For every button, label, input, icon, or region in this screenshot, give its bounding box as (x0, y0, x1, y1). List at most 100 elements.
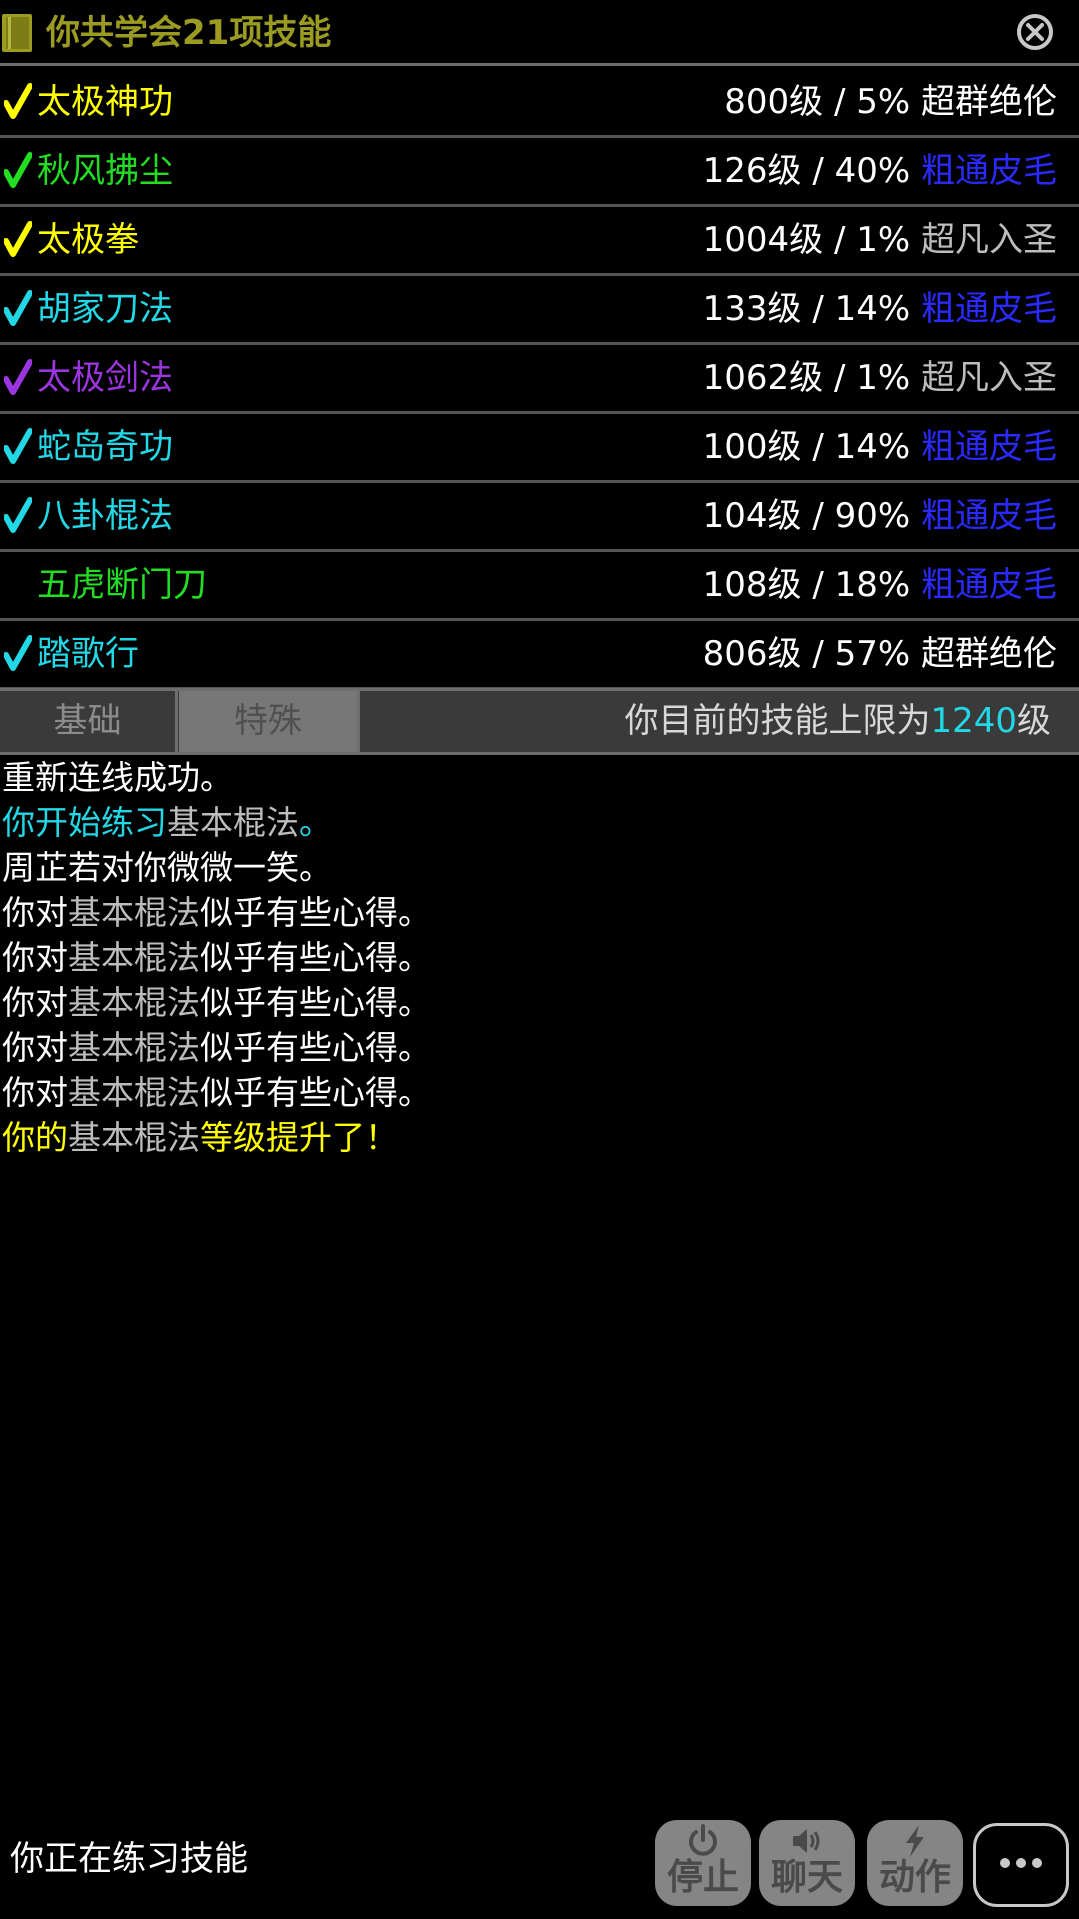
skill-level-info: 1004级 / 1% 超凡入圣 (703, 217, 1057, 263)
skill-level-info: 133级 / 14% 粗通皮毛 (703, 286, 1057, 332)
log-segment: 周芷若对你微微一笑。 (2, 848, 332, 887)
checkmark-icon (4, 83, 32, 119)
skill-rank: 超群绝伦 (921, 82, 1057, 122)
book-icon (2, 14, 32, 52)
skill-limit-suffix: 级 (1017, 701, 1051, 741)
skill-level: 126级 / 40% (702, 151, 921, 191)
checkmark-icon (4, 152, 32, 188)
skill-row[interactable]: 秋风拂尘 126级 / 40% 粗通皮毛 (0, 138, 1079, 207)
log-segment: 你对 (2, 1028, 68, 1067)
skills-count-title: 你共学会21项技能 (46, 13, 332, 53)
log-segment: 似乎有些心得。 (200, 1028, 431, 1067)
skill-name: 八卦棍法 (37, 496, 173, 536)
status-text: 你正在练习技能 (10, 1839, 248, 1879)
checkmark-icon (4, 635, 32, 671)
skill-row[interactable]: 踏歌行 806级 / 57% 超群绝伦 (0, 621, 1079, 690)
skill-level: 1062级 / 1% (702, 358, 921, 398)
skill-level: 806级 / 57% (702, 634, 921, 674)
close-icon[interactable] (1016, 13, 1054, 51)
skills-header: 你共学会21项技能 (0, 0, 1079, 66)
log-segment: 你的 (2, 1118, 68, 1157)
skill-row[interactable]: 胡家刀法 133级 / 14% 粗通皮毛 (0, 276, 1079, 345)
skill-level: 1004级 / 1% (702, 220, 921, 260)
lightning-icon (906, 1825, 924, 1857)
more-dots-icon (1000, 1858, 1042, 1868)
skill-level-info: 126级 / 40% 粗通皮毛 (703, 148, 1057, 194)
log-segment: 似乎有些心得。 (200, 893, 431, 932)
skill-level-info: 800级 / 5% 超群绝伦 (724, 79, 1057, 125)
log-segment: 重新连线成功。 (2, 758, 233, 797)
skill-name: 太极神功 (37, 82, 173, 122)
skill-name: 秋风拂尘 (37, 151, 173, 191)
action-button-label: 动作 (878, 1857, 951, 1898)
skill-limit-text: 你目前的技能上限为1240级 (624, 691, 1051, 752)
skill-limit-value: 1240 (930, 701, 1017, 741)
skill-level-info: 108级 / 18% 粗通皮毛 (703, 562, 1057, 608)
stop-button[interactable]: 停止 (655, 1820, 751, 1906)
chat-button-label: 聊天 (770, 1857, 843, 1898)
tab-special[interactable]: 特殊 (179, 691, 360, 752)
log-segment: 基本棍法 (68, 1073, 200, 1112)
log-segment: 。 (299, 803, 332, 842)
power-icon (689, 1824, 717, 1856)
more-button[interactable] (973, 1823, 1069, 1907)
log-segment: 等级提升了！ (200, 1118, 398, 1157)
log-line: 重新连线成功。 (2, 755, 1072, 800)
log-segment: 你对 (2, 893, 68, 932)
skill-limit-prefix: 你目前的技能上限为 (624, 701, 931, 741)
skill-level-info: 104级 / 90% 粗通皮毛 (703, 493, 1057, 539)
skill-rank: 粗通皮毛 (921, 151, 1057, 191)
checkmark-icon (4, 221, 32, 257)
skill-rank: 粗通皮毛 (921, 496, 1057, 536)
log-line: 你开始练习基本棍法。 (2, 800, 1072, 845)
skill-row[interactable]: 八卦棍法 104级 / 90% 粗通皮毛 (0, 483, 1079, 552)
log-segment: 基本棍法 (68, 893, 200, 932)
skill-name: 踏歌行 (37, 634, 139, 674)
log-line: 你对基本棍法似乎有些心得。 (2, 980, 1072, 1025)
skill-name: 太极剑法 (37, 358, 173, 398)
tab-bar: 基础 特殊 你目前的技能上限为1240级 (0, 688, 1079, 755)
skill-level-info: 1062级 / 1% 超凡入圣 (703, 355, 1057, 401)
skill-level-info: 806级 / 57% 超群绝伦 (703, 631, 1057, 677)
skill-rank: 超群绝伦 (921, 634, 1057, 674)
checkmark-icon (4, 359, 32, 395)
log-line: 你对基本棍法似乎有些心得。 (2, 890, 1072, 935)
log-segment: 你对 (2, 983, 68, 1022)
skill-name: 太极拳 (37, 220, 139, 260)
skill-rank: 粗通皮毛 (921, 565, 1057, 605)
skill-row[interactable]: 太极拳 1004级 / 1% 超凡入圣 (0, 207, 1079, 276)
skill-name: 五虎断门刀 (37, 565, 207, 605)
chat-button[interactable]: 聊天 (759, 1820, 855, 1906)
log-line: 你对基本棍法似乎有些心得。 (2, 1025, 1072, 1070)
skill-rank: 超凡入圣 (921, 220, 1057, 260)
skill-name: 胡家刀法 (37, 289, 173, 329)
log-segment: 基本棍法 (68, 983, 200, 1022)
message-log: 重新连线成功。 你开始练习基本棍法。 周芷若对你微微一笑。 你对基本棍法似乎有些心得。… (2, 755, 1072, 1160)
log-line: 你的基本棍法等级提升了！ (2, 1115, 1072, 1160)
log-segment: 基本棍法 (68, 1028, 200, 1067)
skill-level: 133级 / 14% (702, 289, 921, 329)
skill-row[interactable]: 太极剑法 1062级 / 1% 超凡入圣 (0, 345, 1079, 414)
skill-row[interactable]: 蛇岛奇功 100级 / 14% 粗通皮毛 (0, 414, 1079, 483)
skill-row[interactable]: 五虎断门刀 108级 / 18% 粗通皮毛 (0, 552, 1079, 621)
log-segment: 似乎有些心得。 (200, 1073, 431, 1112)
log-segment: 似乎有些心得。 (200, 983, 431, 1022)
action-button[interactable]: 动作 (867, 1820, 963, 1906)
log-segment: 基本棍法 (68, 1118, 200, 1157)
skill-level-info: 100级 / 14% 粗通皮毛 (703, 424, 1057, 470)
log-segment: 你对 (2, 938, 68, 977)
skill-level: 104级 / 90% (702, 496, 921, 536)
log-segment: 你对 (2, 1073, 68, 1112)
log-segment: 似乎有些心得。 (200, 938, 431, 977)
skill-row[interactable]: 太极神功 800级 / 5% 超群绝伦 (0, 69, 1079, 138)
log-line: 你对基本棍法似乎有些心得。 (2, 935, 1072, 980)
tab-basic[interactable]: 基础 (0, 691, 178, 752)
checkmark-icon (4, 290, 32, 326)
skill-level: 108级 / 18% (702, 565, 921, 605)
speaker-icon (793, 1829, 820, 1853)
skill-rank: 超凡入圣 (921, 358, 1057, 398)
skill-name: 蛇岛奇功 (37, 427, 173, 467)
log-segment: 你开始练习 (2, 803, 167, 842)
skill-rank: 粗通皮毛 (921, 427, 1057, 467)
log-line: 周芷若对你微微一笑。 (2, 845, 1072, 890)
